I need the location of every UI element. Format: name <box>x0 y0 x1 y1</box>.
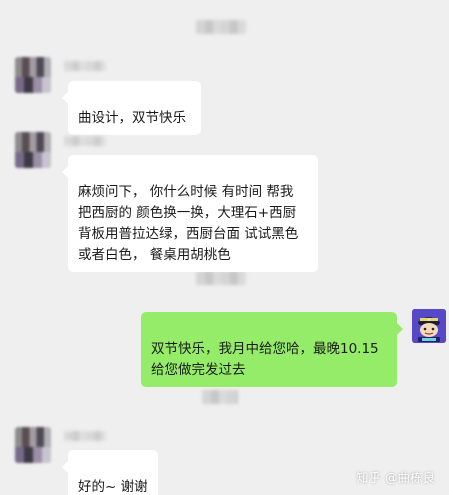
watermark-text: 知乎 @曲栋良 <box>356 470 435 485</box>
contact-avatar[interactable] <box>15 427 51 463</box>
message-text: 双节快乐，我月中给您哈，最晚10.15 给您做完发过去 <box>151 341 379 378</box>
timestamp-blurred <box>196 271 246 285</box>
message-bubble-outgoing[interactable]: 双节快乐，我月中给您哈，最晚10.15 给您做完发过去 <box>141 312 403 387</box>
sender-name-blurred <box>64 136 106 146</box>
contact-avatar[interactable] <box>15 132 51 168</box>
contact-avatar[interactable] <box>15 57 51 93</box>
message-text: 麻烦问下， 你什么时候 有时间 帮我 把西厨的 颜色换一换，大理石+西厨 背板用… <box>78 184 299 263</box>
message-text: 好的~ 谢谢 <box>78 479 148 495</box>
message-bubble-incoming[interactable]: 曲设计，双节快乐 <box>62 81 201 135</box>
cartoon-character-icon <box>412 309 446 343</box>
message-bubble-incoming[interactable]: 好的~ 谢谢 <box>62 450 158 495</box>
message-bubble-incoming[interactable]: 麻烦问下， 你什么时候 有时间 帮我 把西厨的 颜色换一换，大理石+西厨 背板用… <box>62 155 318 272</box>
message-text: 曲设计，双节快乐 <box>78 110 186 126</box>
timestamp-blurred <box>202 390 238 404</box>
sender-name-blurred <box>64 61 106 71</box>
sender-name-blurred <box>64 431 106 441</box>
timestamp-blurred <box>196 20 246 34</box>
user-avatar[interactable] <box>412 309 446 343</box>
